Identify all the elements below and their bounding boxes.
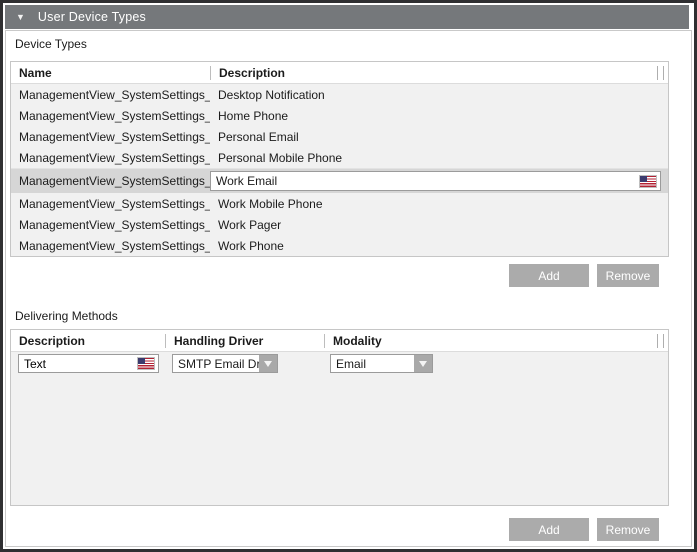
column-header-description[interactable]: Description xyxy=(211,62,668,83)
table-row[interactable]: SMTP Email Driver Email xyxy=(11,352,668,375)
add-delivering-method-button[interactable]: Add xyxy=(509,518,589,541)
cell-description: Work Phone xyxy=(210,239,668,253)
description-field[interactable] xyxy=(18,354,159,373)
cell-name: ManagementView_SystemSettings_Lib xyxy=(11,151,210,165)
dropdown-arrow-icon[interactable] xyxy=(414,355,432,372)
delivering-methods-table-header: Description Handling Driver Modality xyxy=(11,330,668,352)
table-row[interactable]: ManagementView_SystemSettings_Lib xyxy=(11,168,668,193)
column-grippers xyxy=(657,334,664,348)
cell-handling-driver: SMTP Email Driver xyxy=(165,354,323,373)
cell-description: Personal Mobile Phone xyxy=(210,151,668,165)
panel-title: User Device Types xyxy=(38,10,146,24)
handling-driver-dropdown[interactable]: SMTP Email Driver xyxy=(172,354,278,373)
panel-content: Device Types Name Description Management… xyxy=(5,30,692,547)
device-types-table-header: Name Description xyxy=(11,62,668,84)
us-flag-icon xyxy=(138,358,154,369)
remove-device-type-button[interactable]: Remove xyxy=(597,264,659,287)
column-header-handling-driver[interactable]: Handling Driver xyxy=(166,330,324,351)
description-edit-input[interactable] xyxy=(216,174,640,188)
cell-description: Personal Email xyxy=(210,130,668,144)
cell-description xyxy=(11,354,165,373)
device-types-table: Name Description ManagementView_SystemSe… xyxy=(10,61,669,257)
table-row[interactable]: ManagementView_SystemSettings_LibWork Mo… xyxy=(11,193,668,214)
cell-name: ManagementView_SystemSettings_Lib xyxy=(11,218,210,232)
description-input[interactable] xyxy=(24,357,138,371)
cell-description: Home Phone xyxy=(210,109,668,123)
cell-name: ManagementView_SystemSettings_Lib xyxy=(11,239,210,253)
add-device-type-button[interactable]: Add xyxy=(509,264,589,287)
delivering-methods-table: Description Handling Driver Modality SMT… xyxy=(10,329,669,506)
table-row[interactable]: ManagementView_SystemSettings_LibPersona… xyxy=(11,126,668,147)
column-gripper[interactable] xyxy=(663,66,664,80)
cell-name: ManagementView_SystemSettings_Lib xyxy=(11,88,210,102)
panel-header[interactable]: ▼ User Device Types xyxy=(5,5,689,29)
table-row[interactable]: ManagementView_SystemSettings_LibDesktop… xyxy=(11,84,668,105)
handling-driver-value: SMTP Email Driver xyxy=(173,355,259,372)
user-device-types-panel: ▼ User Device Types Device Types Name De… xyxy=(0,0,697,552)
device-types-actions: Add Remove xyxy=(10,264,669,287)
delivering-methods-actions: Add Remove xyxy=(10,518,669,541)
cell-description: Work Pager xyxy=(210,218,668,232)
device-types-label: Device Types xyxy=(15,37,669,51)
collapse-icon[interactable]: ▼ xyxy=(16,13,25,22)
column-gripper[interactable] xyxy=(657,334,658,348)
column-gripper[interactable] xyxy=(663,334,664,348)
cell-description: Desktop Notification xyxy=(210,88,668,102)
cell-name: ManagementView_SystemSettings_Lib xyxy=(11,174,210,188)
device-types-rows: ManagementView_SystemSettings_LibDesktop… xyxy=(11,84,668,256)
cell-modality: Email xyxy=(323,354,668,373)
column-header-name[interactable]: Name xyxy=(11,62,210,83)
cell-description: Work Mobile Phone xyxy=(210,197,668,211)
cell-name: ManagementView_SystemSettings_Lib xyxy=(11,197,210,211)
dropdown-arrow-icon[interactable] xyxy=(259,355,277,372)
column-header-modality[interactable]: Modality xyxy=(325,330,668,351)
description-editor[interactable] xyxy=(210,171,661,191)
table-row[interactable]: ManagementView_SystemSettings_LibPersona… xyxy=(11,147,668,168)
table-row[interactable]: ManagementView_SystemSettings_LibWork Pa… xyxy=(11,214,668,235)
column-header-description[interactable]: Description xyxy=(11,330,165,351)
column-grippers xyxy=(657,66,664,80)
remove-delivering-method-button[interactable]: Remove xyxy=(597,518,659,541)
table-row[interactable]: ManagementView_SystemSettings_LibHome Ph… xyxy=(11,105,668,126)
column-gripper[interactable] xyxy=(657,66,658,80)
cell-name: ManagementView_SystemSettings_Lib xyxy=(11,109,210,123)
delivering-methods-rows: SMTP Email Driver Email xyxy=(11,352,668,505)
modality-value: Email xyxy=(331,355,414,372)
us-flag-icon xyxy=(640,176,656,187)
delivering-methods-label: Delivering Methods xyxy=(15,309,669,323)
table-row[interactable]: ManagementView_SystemSettings_LibWork Ph… xyxy=(11,235,668,256)
modality-dropdown[interactable]: Email xyxy=(330,354,433,373)
cell-name: ManagementView_SystemSettings_Lib xyxy=(11,130,210,144)
